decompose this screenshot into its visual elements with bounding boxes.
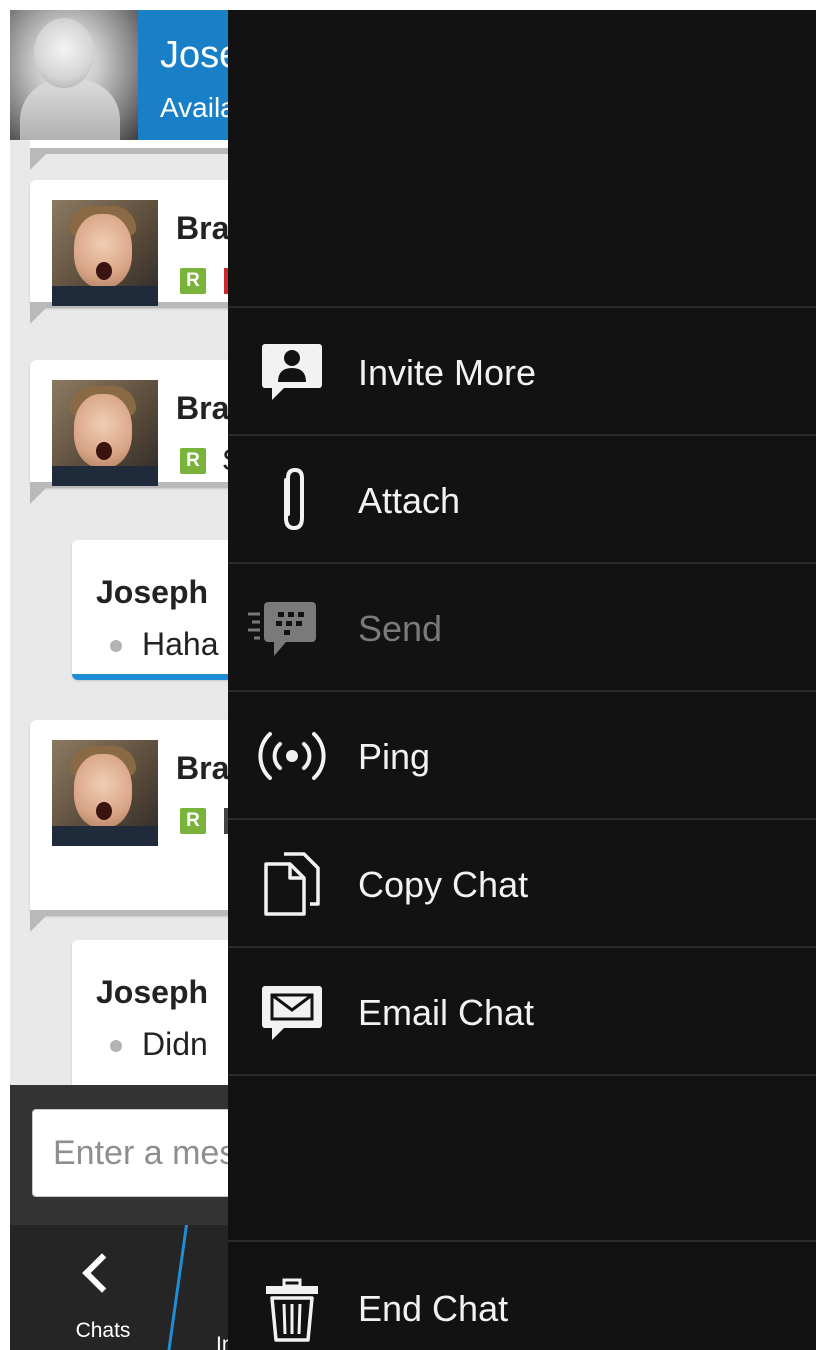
back-button[interactable]: Chats — [10, 1225, 180, 1350]
contact-avatar[interactable] — [10, 10, 138, 140]
menu-item-email-chat[interactable]: Email Chat — [228, 946, 816, 1074]
menu-item-invite-more[interactable]: Invite More — [228, 306, 816, 434]
delivery-status-icon — [110, 1040, 122, 1052]
menu-item-label: Send — [358, 608, 443, 649]
delivery-status-icon — [110, 640, 122, 652]
overflow-menu: Invite More Attach Send Ping Copy Chat E… — [228, 10, 816, 1350]
ping-icon — [258, 732, 326, 780]
invite-contact-icon — [262, 344, 322, 400]
sender-avatar[interactable] — [52, 740, 158, 846]
email-icon — [262, 986, 322, 1040]
sender-name: Joseph — [96, 574, 209, 610]
menu-item-attach[interactable]: Attach — [228, 434, 816, 562]
menu-item-end-chat[interactable]: End Chat — [228, 1244, 816, 1350]
message-text: Didn — [142, 1026, 208, 1062]
sender-avatar[interactable] — [52, 380, 158, 486]
read-status-badge: R — [180, 448, 206, 474]
message-text: Haha — [142, 626, 219, 662]
menu-divider — [228, 1074, 816, 1076]
chevron-left-icon — [82, 1253, 122, 1293]
sender-name: Joseph — [96, 974, 209, 1010]
bbm-send-icon — [248, 602, 316, 656]
sender-avatar[interactable] — [52, 200, 158, 306]
menu-item-send[interactable]: Send — [228, 562, 816, 690]
copy-icon — [264, 852, 320, 916]
read-status-badge: R — [180, 808, 206, 834]
menu-divider — [228, 1240, 816, 1242]
menu-item-label: Email Chat — [358, 992, 535, 1033]
menu-item-label: Copy Chat — [358, 864, 529, 905]
paperclip-icon — [284, 467, 304, 531]
sender-name: Bra — [176, 390, 230, 426]
read-status-badge: R — [180, 268, 206, 294]
menu-item-copy-chat[interactable]: Copy Chat — [228, 818, 816, 946]
trash-icon — [266, 1278, 318, 1342]
menu-item-label: Invite More — [358, 352, 537, 393]
sender-name: Bra — [176, 210, 230, 246]
menu-item-ping[interactable]: Ping — [228, 690, 816, 818]
menu-item-label: End Chat — [358, 1288, 509, 1329]
menu-item-label: Ping — [358, 736, 431, 777]
sender-name: Bra — [176, 750, 230, 786]
menu-item-label: Attach — [358, 480, 461, 521]
